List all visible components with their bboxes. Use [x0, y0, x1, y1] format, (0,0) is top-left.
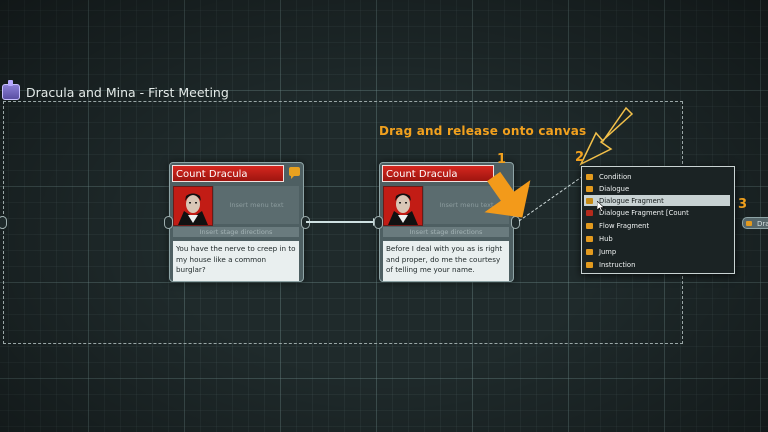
drop-target-outline-arrow — [579, 106, 634, 166]
menu-item-hub[interactable]: Hub — [584, 233, 730, 244]
flow-fragment-icon — [586, 222, 593, 229]
menu-item-label: Hub — [599, 234, 613, 243]
mouse-cursor-icon — [597, 201, 605, 212]
node-type-menu[interactable]: Condition Dialogue Dialogue Fragment Dia… — [581, 166, 735, 274]
hub-icon — [586, 235, 593, 242]
menu-item-condition[interactable]: Condition — [584, 171, 730, 182]
menu-item-label: Instruction — [599, 260, 636, 269]
condition-icon — [586, 173, 593, 180]
instruction-icon — [586, 261, 593, 268]
menu-item-label: Condition — [599, 172, 632, 181]
menu-item-dialogue-fragment[interactable]: Dialogue Fragment — [584, 195, 730, 206]
step-2-label: 2 — [575, 150, 585, 165]
menu-item-flow-fragment[interactable]: Flow Fragment — [584, 220, 730, 231]
jump-icon — [586, 248, 593, 255]
menu-item-label: Dialogue Fragment — [599, 196, 664, 205]
menu-item-dialogue-fragment-count[interactable]: Dialogue Fragment [Count — [584, 207, 730, 218]
character-icon — [586, 209, 593, 216]
drag-arrow-1 — [484, 171, 531, 218]
dialogue-fragment-icon — [586, 197, 593, 204]
menu-item-dialogue[interactable]: Dialogue — [584, 183, 730, 194]
step-1-label: 1 — [497, 152, 507, 167]
dialogue-icon — [586, 185, 593, 192]
menu-item-label: Dialogue Fragment [Count — [599, 208, 689, 217]
menu-item-jump[interactable]: Jump — [584, 246, 730, 257]
drag-instruction: Drag and release onto canvas — [379, 124, 587, 138]
menu-item-instruction[interactable]: Instruction — [584, 259, 730, 270]
menu-item-label: Dialogue — [599, 184, 630, 193]
menu-item-label: Flow Fragment — [599, 221, 650, 230]
menu-item-label: Jump — [599, 247, 617, 256]
offscreen-node[interactable]: Dra — [742, 217, 768, 229]
step-3-label: 3 — [738, 197, 748, 212]
